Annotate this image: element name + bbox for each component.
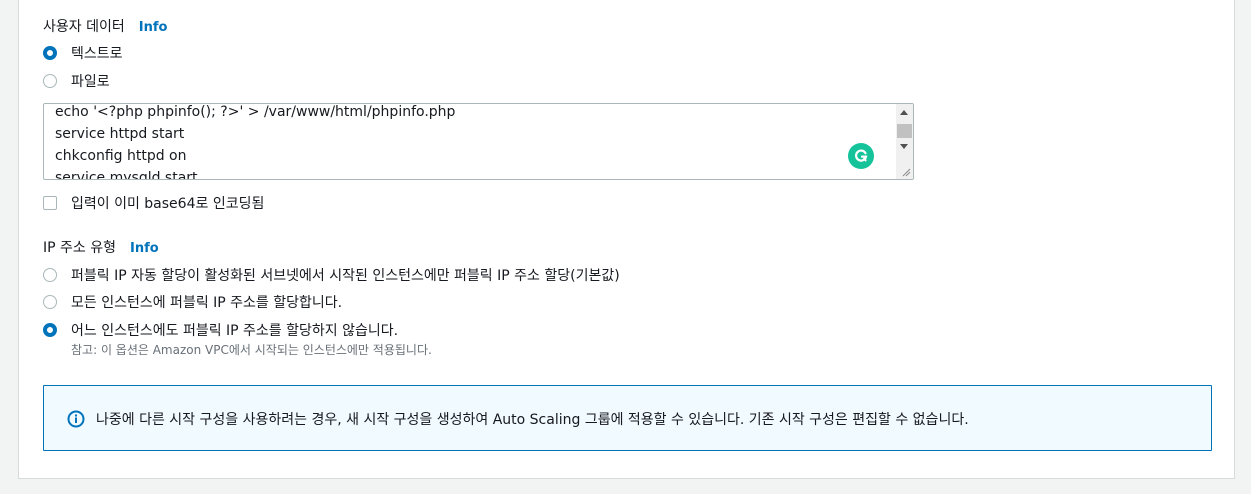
radio-as-text-label[interactable]: 텍스트로 — [71, 43, 123, 63]
radio-ip-all-label[interactable]: 모든 인스턴스에 퍼블릭 IP 주소를 할당합니다. — [71, 292, 342, 312]
radio-as-text[interactable] — [43, 46, 57, 60]
resize-grip-icon[interactable] — [902, 168, 911, 177]
ip-type-note: 참고: 이 옵션은 Amazon VPC에서 시작되는 인스턴스에만 적용됩니다… — [71, 343, 432, 357]
launch-config-panel: 사용자 데이터 Info 텍스트로 파일로 echo '<?php phpinfo… — [18, 0, 1235, 479]
base64-checkbox[interactable] — [43, 196, 57, 210]
script-line: echo '<?php phpinfo(); ?>' > /var/www/ht… — [55, 104, 456, 120]
scroll-up-icon[interactable] — [900, 110, 908, 115]
grammarly-g-icon — [855, 149, 868, 162]
scroll-thumb[interactable] — [897, 124, 912, 138]
base64-checkbox-label[interactable]: 입력이 이미 base64로 인코딩됨 — [71, 193, 264, 213]
info-alert: 나중에 다른 시작 구성을 사용하려는 경우, 새 시작 구성을 생성하여 Au… — [43, 385, 1212, 451]
user-data-label: 사용자 데이터 — [43, 19, 125, 35]
scroll-down-icon[interactable] — [900, 144, 908, 149]
radio-ip-all[interactable] — [43, 295, 57, 309]
radio-as-file-label[interactable]: 파일로 — [71, 71, 110, 91]
ip-type-info-link[interactable]: Info — [130, 241, 159, 256]
info-icon — [67, 410, 85, 428]
radio-as-file[interactable] — [43, 74, 57, 88]
radio-ip-default[interactable] — [43, 268, 57, 282]
user-data-heading: 사용자 데이터 Info — [43, 16, 167, 36]
radio-ip-default-label[interactable]: 퍼블릭 IP 자동 할당이 활성화된 서브넷에서 시작된 인스턴스에만 퍼블릭 … — [71, 265, 620, 285]
user-data-info-link[interactable]: Info — [139, 20, 168, 35]
script-line: service mysqld start — [55, 170, 198, 180]
user-data-textarea[interactable]: echo '<?php phpinfo(); ?>' > /var/www/ht… — [43, 103, 914, 180]
script-line: chkconfig httpd on — [55, 148, 187, 164]
ip-type-heading: IP 주소 유형 Info — [43, 237, 159, 257]
script-line: service httpd start — [55, 126, 185, 142]
ip-type-label: IP 주소 유형 — [43, 240, 116, 256]
info-alert-message: 나중에 다른 시작 구성을 사용하려는 경우, 새 시작 구성을 생성하여 Au… — [96, 412, 969, 428]
radio-ip-none-label[interactable]: 어느 인스턴스에도 퍼블릭 IP 주소를 할당하지 않습니다. — [71, 320, 398, 340]
grammarly-icon[interactable] — [848, 143, 874, 169]
radio-ip-none[interactable] — [43, 323, 57, 337]
